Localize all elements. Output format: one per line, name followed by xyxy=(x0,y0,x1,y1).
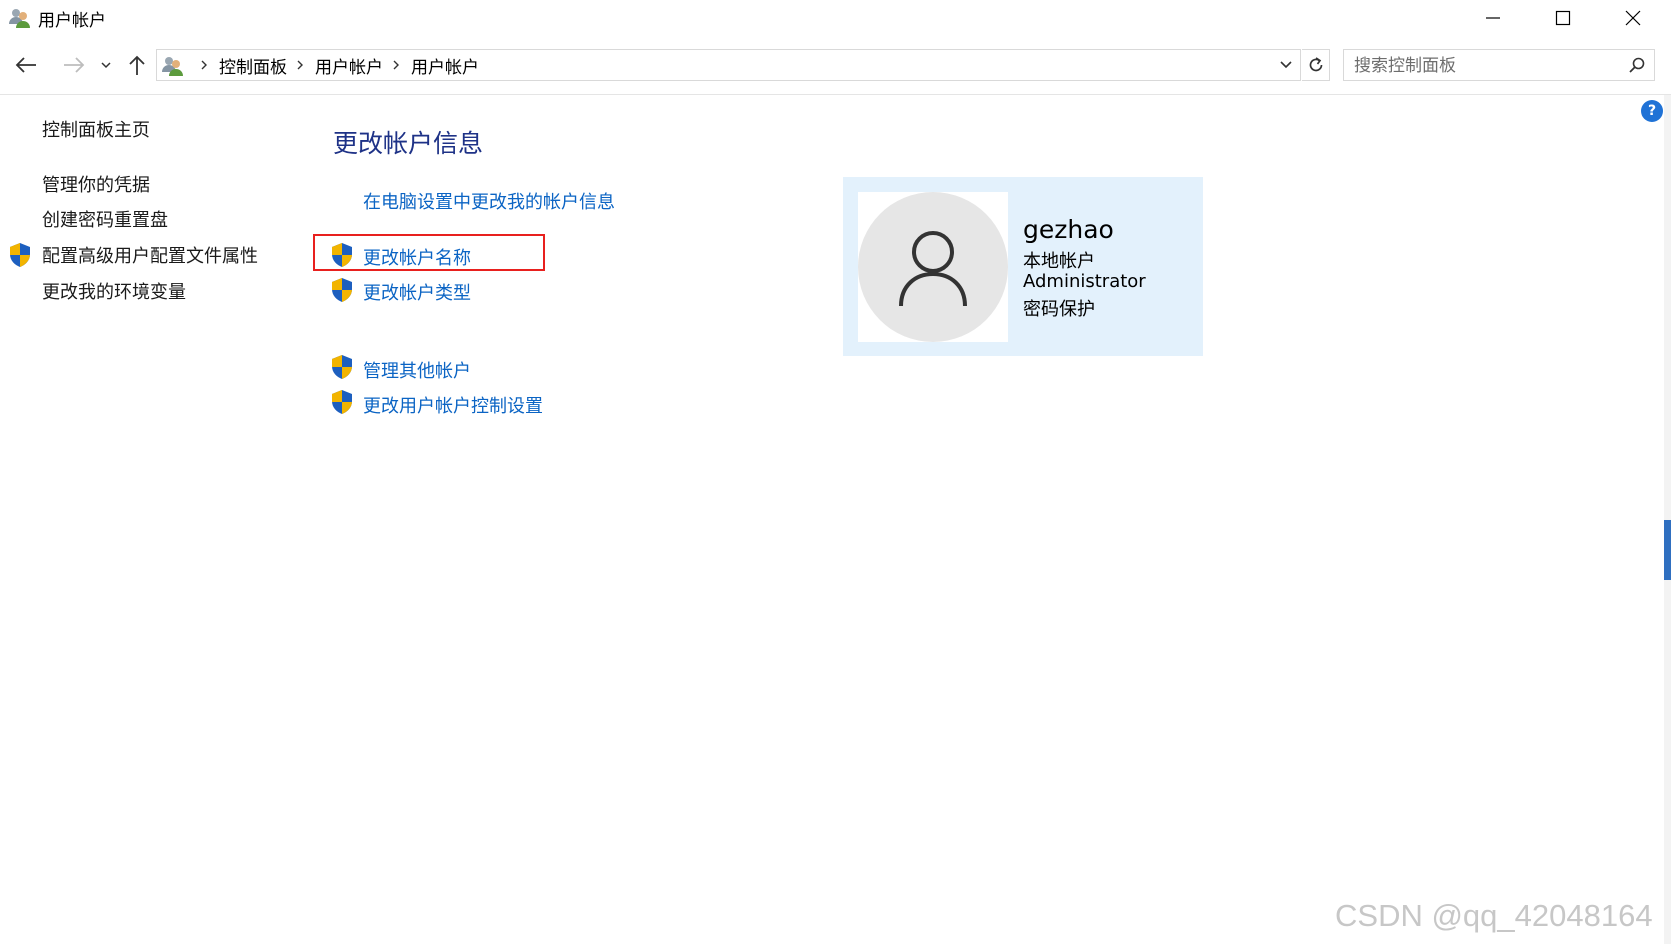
address-bar[interactable]: 控制面板 用户帐户 用户帐户 xyxy=(156,49,1301,81)
close-icon xyxy=(1625,10,1641,26)
recent-locations-button[interactable] xyxy=(98,52,114,78)
avatar xyxy=(858,192,1008,342)
window-edge-mark xyxy=(1664,520,1671,580)
search-input[interactable] xyxy=(1344,50,1626,82)
search-box[interactable] xyxy=(1343,49,1655,82)
arrow-up-icon xyxy=(129,55,145,75)
account-role: Administrator xyxy=(1023,271,1146,292)
chevron-right-icon[interactable] xyxy=(200,59,208,71)
sidebar-item-create-reset-disk[interactable]: 创建密码重置盘 xyxy=(42,206,168,232)
users-icon xyxy=(162,57,183,76)
address-history-dropdown[interactable] xyxy=(1272,50,1300,80)
link-manage-other-accounts[interactable]: 管理其他帐户 xyxy=(363,357,471,383)
minimize-icon xyxy=(1486,17,1500,19)
link-change-account-name[interactable]: 更改帐户名称 xyxy=(363,244,471,270)
uac-shield-icon xyxy=(332,278,352,302)
search-icon[interactable] xyxy=(1628,56,1646,74)
breadcrumb-item[interactable]: 用户帐户 xyxy=(315,53,383,78)
sidebar-item-advanced-profile-properties[interactable]: 配置高级用户配置文件属性 xyxy=(42,242,258,268)
back-button[interactable] xyxy=(12,52,40,78)
breadcrumb-item[interactable]: 用户帐户 xyxy=(411,53,479,78)
uac-shield-icon xyxy=(332,390,352,414)
chevron-right-icon[interactable] xyxy=(392,59,400,71)
maximize-button[interactable] xyxy=(1530,0,1596,36)
uac-shield-icon xyxy=(332,243,352,267)
close-button[interactable] xyxy=(1600,0,1666,36)
title-bar: 用户帐户 xyxy=(0,0,1671,36)
account-card: gezhao 本地帐户 Administrator 密码保护 xyxy=(843,177,1203,356)
breadcrumb-item[interactable]: 控制面板 xyxy=(219,53,287,78)
toolbar-divider xyxy=(0,94,1671,95)
link-change-account-type[interactable]: 更改帐户类型 xyxy=(363,279,471,305)
account-type: 本地帐户 xyxy=(1023,251,1095,272)
account-protection: 密码保护 xyxy=(1023,299,1095,320)
account-name: gezhao xyxy=(1023,215,1114,244)
users-icon xyxy=(9,9,30,28)
chevron-down-icon xyxy=(1280,61,1292,69)
up-button[interactable] xyxy=(124,52,150,78)
page-title: 更改帐户信息 xyxy=(333,129,484,158)
chevron-down-icon xyxy=(101,62,111,69)
arrow-right-icon xyxy=(64,57,85,73)
link-change-uac-settings[interactable]: 更改用户帐户控制设置 xyxy=(363,392,543,418)
sidebar-item-environment-variables[interactable]: 更改我的环境变量 xyxy=(42,278,186,304)
sidebar-item-control-panel-home[interactable]: 控制面板主页 xyxy=(42,116,150,142)
refresh-icon xyxy=(1309,57,1322,72)
forward-button[interactable] xyxy=(60,52,88,78)
minimize-button[interactable] xyxy=(1460,0,1526,36)
link-change-in-pc-settings[interactable]: 在电脑设置中更改我的帐户信息 xyxy=(363,188,615,214)
chevron-right-icon[interactable] xyxy=(296,59,304,71)
uac-shield-icon xyxy=(10,243,30,267)
sidebar-item-manage-credentials[interactable]: 管理你的凭据 xyxy=(42,171,150,197)
refresh-button[interactable] xyxy=(1302,49,1330,81)
maximize-icon xyxy=(1555,10,1571,26)
user-silhouette-icon xyxy=(899,231,967,307)
watermark: CSDN @qq_42048164 xyxy=(1335,898,1653,933)
window-title: 用户帐户 xyxy=(38,11,106,31)
arrow-left-icon xyxy=(15,57,36,73)
uac-shield-icon xyxy=(332,355,352,379)
help-button[interactable]: ? xyxy=(1641,100,1663,122)
breadcrumb: 控制面板 用户帐户 用户帐户 xyxy=(191,50,479,80)
